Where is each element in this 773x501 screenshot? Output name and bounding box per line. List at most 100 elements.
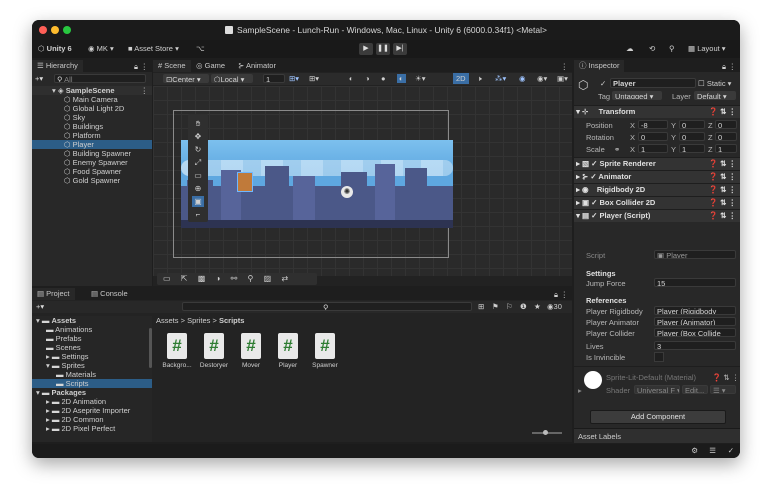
script-file[interactable]: # Spawner xyxy=(309,333,341,369)
progress-stack-icon[interactable]: ☰ xyxy=(709,446,716,455)
zoom-slider-handle[interactable] xyxy=(543,430,548,435)
audio-toggle-icon[interactable]: 🕨︎ xyxy=(477,74,482,84)
constrain-proportions-icon[interactable]: ⚭ xyxy=(614,145,620,154)
grid-snap-icon[interactable]: ⊞▾ xyxy=(289,74,299,83)
project-lock-icon[interactable]: 🔒︎ xyxy=(554,290,558,300)
position-x-field[interactable]: -8 xyxy=(638,120,668,129)
create-add-button[interactable]: +▾ xyxy=(35,74,43,83)
gizmos-icon[interactable]: ◉▾ xyxy=(537,74,547,83)
inspector-lock-icon[interactable]: 🔒︎ xyxy=(722,62,726,72)
rotation-y-field[interactable]: 0 xyxy=(679,132,705,141)
filter-by-label-icon[interactable]: ⚑ xyxy=(492,302,499,311)
component-menu-icons[interactable]: ❓ ⇅ ⋮ xyxy=(709,197,736,209)
tab-project[interactable]: ▤ Project xyxy=(32,288,75,300)
shader-edit-button[interactable]: Edit... xyxy=(682,385,708,394)
debug-bug-icon[interactable]: ⚙ xyxy=(691,446,698,455)
sprite-renderer-header[interactable]: ▸ ▧ ✓ Sprite Renderer ❓ ⇅ ⋮ xyxy=(574,157,740,170)
visibility-icon[interactable]: ◉ xyxy=(519,74,526,83)
shading-wireframe-icon[interactable]: ◐ xyxy=(349,74,354,83)
expand-arrow-icon[interactable]: ▸ xyxy=(574,185,582,194)
hierarchy-item[interactable]: ⬡ Sky xyxy=(32,113,152,122)
unity-menu[interactable]: ⬡ Unity 6 xyxy=(38,44,72,53)
reference-field[interactable]: Player (Rigidbody xyxy=(654,306,736,315)
hierarchy-item[interactable]: ⬡ Platform xyxy=(32,131,152,140)
layer-dropdown[interactable]: Default ▾ xyxy=(694,91,736,100)
reference-field[interactable]: Player (Animator) xyxy=(654,317,736,326)
shading-lit-icon[interactable]: ◐ xyxy=(397,74,406,83)
hierarchy-item[interactable]: ⬡ Gold Spawner xyxy=(32,176,152,185)
breadcrumb-sprites[interactable]: Sprites xyxy=(187,316,210,325)
rotation-x-field[interactable]: 0 xyxy=(638,132,668,141)
asset-store-button[interactable]: ■ Asset Store ▾ xyxy=(128,44,179,53)
hierarchy-item[interactable]: ⬡ Main Camera xyxy=(32,95,152,104)
pause-button[interactable]: ❚❚ xyxy=(376,43,390,55)
transform-header[interactable]: ▾ ⊹ Transform ❓ ⇅ ⋮ xyxy=(574,105,740,118)
player-sprite[interactable] xyxy=(237,172,253,192)
space-dropdown[interactable]: ⬡Local ▾ xyxy=(211,74,253,83)
position-y-field[interactable]: 0 xyxy=(679,120,705,129)
history-icon[interactable]: ⟲ xyxy=(649,44,655,53)
2d-toggle[interactable]: 2D xyxy=(453,73,469,84)
asset-labels-bar[interactable]: Asset Labels xyxy=(574,428,740,443)
packages-icon[interactable]: ❶ xyxy=(520,302,527,311)
filter-by-type-icon[interactable]: ⊞ xyxy=(478,302,484,311)
project-more-icon[interactable]: ⋮ xyxy=(561,290,569,299)
step-button[interactable]: ▶| xyxy=(393,43,407,55)
custom-tool-icon[interactable]: ▣ xyxy=(192,196,204,207)
tab-hierarchy[interactable]: ☰ Hierarchy xyxy=(32,60,83,72)
position-z-field[interactable]: 0 xyxy=(715,120,737,129)
expand-arrow-icon[interactable]: ▾ xyxy=(574,211,582,220)
hierarchy-item[interactable]: ⬡ Food Spawner xyxy=(32,167,152,176)
component-menu-icons[interactable]: ❓ ⇅ ⋮ xyxy=(709,210,736,222)
check-circle-icon[interactable]: ✓ xyxy=(728,446,734,455)
hierarchy-item[interactable]: ⬡ Global Light 2D xyxy=(32,104,152,113)
folder-tree-item[interactable]: ▬ Scripts xyxy=(32,379,152,388)
rotate-tool-icon[interactable]: ↻ xyxy=(192,144,204,155)
game-world[interactable] xyxy=(181,140,453,228)
component-menu-icons[interactable]: ❓ ⇅ ⋮ xyxy=(709,171,736,183)
rect-tool-icon[interactable]: ▭ xyxy=(192,170,204,181)
shading-unlit-icon[interactable]: ● xyxy=(381,74,386,83)
tab-inspector[interactable]: ⓘ Inspector xyxy=(574,60,625,72)
folder-tree-item[interactable]: ▸ ▬ Settings xyxy=(32,352,152,361)
folder-tree-item[interactable]: ▾ ▬ Assets xyxy=(32,316,152,325)
jump-force-field[interactable]: 15 xyxy=(654,278,736,287)
hierarchy-item[interactable]: ⬡ Buildings xyxy=(32,122,152,131)
layout-dropdown[interactable]: ▦ Layout ▾ xyxy=(688,44,726,53)
folder-tree-item[interactable]: ▬ Scenes xyxy=(32,343,152,352)
is-invincible-checkbox[interactable] xyxy=(654,352,664,362)
tab-game[interactable]: ◎ Game xyxy=(191,60,230,72)
component-menu-icons[interactable]: ❓ ⇅ ⋮ xyxy=(709,184,736,196)
favorite-icon[interactable]: ★ xyxy=(534,302,541,311)
scene-camera-icon[interactable]: ▣▾ xyxy=(557,74,568,83)
scene-menu-icon[interactable]: ⋮ xyxy=(141,86,149,95)
save-search-icon[interactable]: ⚐ xyxy=(506,302,513,311)
shader-dropdown[interactable]: Universal F ▾ xyxy=(634,385,680,394)
light-toggle-icon[interactable]: ☀▾ xyxy=(415,74,426,83)
tab-scene[interactable]: # Scene xyxy=(153,60,191,72)
expand-arrow-icon[interactable]: ▸ xyxy=(574,172,582,181)
folder-tree-item[interactable]: ▸ ▬ 2D Aseprite Importer xyxy=(32,406,152,415)
search-icon[interactable]: ⚲ xyxy=(669,44,675,53)
pick-icon[interactable]: ⚯ xyxy=(231,274,238,283)
hierarchy-item[interactable]: ⬡ Enemy Spawner xyxy=(32,158,152,167)
script-file[interactable]: # Player xyxy=(272,333,304,369)
script-file[interactable]: # Destoryer xyxy=(198,333,230,369)
play-button[interactable]: ▶ xyxy=(359,43,373,55)
increment-snap-icon[interactable]: ⊞▾ xyxy=(309,74,319,83)
component-menu-icons[interactable]: ❓ ⇅ ⋮ xyxy=(709,106,736,118)
account-button[interactable]: ◉ MK ▾ xyxy=(88,44,114,53)
tag-dropdown[interactable]: Untagged ▾ xyxy=(612,91,662,100)
select-tile-icon[interactable]: ▭ xyxy=(163,274,171,283)
scale-x-field[interactable]: 1 xyxy=(638,144,668,153)
transform-tool-icon[interactable]: ⊕ xyxy=(192,183,204,194)
scene-root-row[interactable]: ▾ ◈ SampleScene ⋮ xyxy=(32,86,152,95)
expand-arrow-icon[interactable]: ▸ xyxy=(574,159,582,168)
folder-tree-item[interactable]: ▸ ▬ 2D Common xyxy=(32,415,152,424)
scale-tool-icon[interactable]: ⤢ xyxy=(192,157,204,168)
hierarchy-item[interactable]: ⬡ Building Spawner xyxy=(32,149,152,158)
inspector-more-icon[interactable]: ⋮ xyxy=(729,62,737,71)
rigidbody-2d-header[interactable]: ▸ ◉ Rigidbody 2D ❓ ⇅ ⋮ xyxy=(574,183,740,196)
lock-icon[interactable]: 🔒︎ xyxy=(134,62,138,72)
add-component-button[interactable]: Add Component xyxy=(590,410,726,424)
